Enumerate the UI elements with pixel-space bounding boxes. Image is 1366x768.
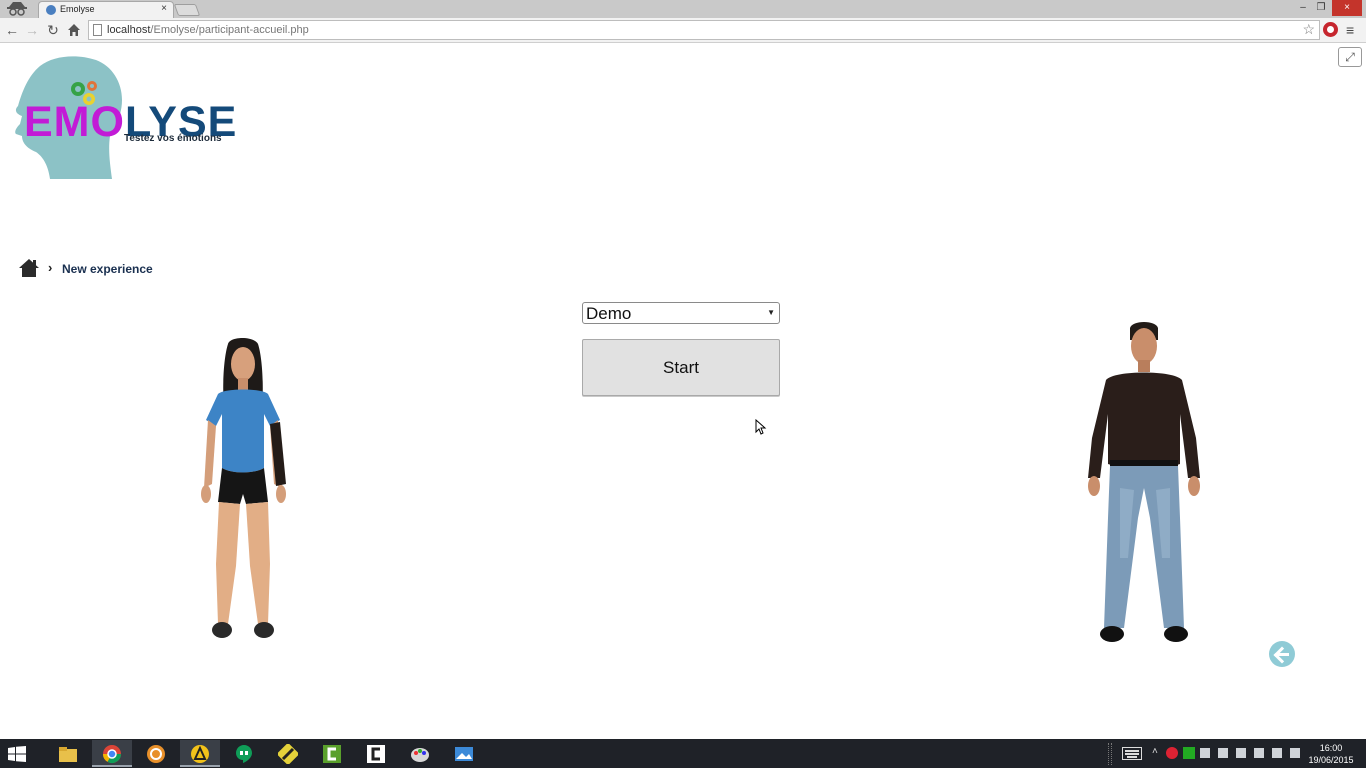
- extension-icon[interactable]: [1323, 22, 1338, 37]
- bookmark-star-icon[interactable]: ☆: [1302, 21, 1315, 38]
- taskbar-app-green[interactable]: [268, 740, 308, 767]
- photo-viewer-icon: [454, 744, 474, 764]
- taskbar-chrome[interactable]: [92, 740, 132, 767]
- female-avatar[interactable]: [188, 334, 298, 642]
- paint-icon: [410, 744, 430, 764]
- taskbar-paint[interactable]: [400, 740, 440, 767]
- fullscreen-button[interactable]: ⤢: [1338, 47, 1362, 67]
- logo-tagline: Testez vos émotions: [124, 133, 222, 144]
- menu-icon[interactable]: ≡: [1346, 22, 1354, 38]
- home-icon[interactable]: [18, 258, 40, 278]
- window-restore-button[interactable]: ❐: [1310, 0, 1332, 16]
- url-host: localhost: [107, 24, 151, 36]
- folder-icon: [58, 744, 78, 764]
- address-bar[interactable]: localhost/Emolyse/participant-accueil.ph…: [88, 20, 1320, 40]
- experience-select[interactable]: Demo ▼: [582, 302, 780, 324]
- acrobat-tray-icon[interactable]: [1166, 747, 1178, 759]
- mouse-cursor-icon: [755, 419, 767, 435]
- home-icon[interactable]: [66, 22, 82, 38]
- app-icon: [190, 744, 210, 764]
- hangouts-icon: [234, 744, 254, 764]
- page-favicon-icon: [46, 5, 56, 15]
- tab-emolyse[interactable]: Emolyse ×: [38, 1, 174, 18]
- reload-icon[interactable]: ↻: [45, 22, 61, 38]
- media-player-icon: [146, 744, 166, 764]
- network-tray-icon[interactable]: [1236, 748, 1246, 758]
- keyboard-icon[interactable]: [1122, 747, 1142, 760]
- tab-close-icon[interactable]: ×: [161, 3, 167, 14]
- taskbar-photo-viewer[interactable]: [444, 740, 484, 767]
- new-tab-button[interactable]: [173, 4, 201, 16]
- breadcrumb-current: New experience: [62, 262, 153, 276]
- chevron-down-icon: ▼: [767, 308, 775, 317]
- page-icon: [93, 24, 102, 36]
- windows-taskbar: ˄: [0, 739, 1366, 768]
- clock-date: 19/06/2015: [1308, 755, 1354, 765]
- green-tray-icon[interactable]: [1183, 747, 1195, 759]
- taskbar-camtasia-recorder[interactable]: [356, 740, 396, 767]
- male-avatar[interactable]: [1080, 318, 1208, 644]
- taskbar-yellow-app[interactable]: [180, 740, 220, 767]
- incognito-icon: [7, 2, 27, 16]
- taskbar-clock[interactable]: 16:00 19/06/2015: [1303, 742, 1359, 766]
- camtasia-recorder-icon: [366, 744, 386, 764]
- tray-divider: [1108, 743, 1112, 765]
- clock-time: 16:00: [1319, 743, 1343, 753]
- volume-tray-icon[interactable]: [1290, 748, 1300, 758]
- breadcrumb-separator-icon: ›: [48, 260, 53, 275]
- tab-title: Emolyse: [60, 4, 95, 14]
- taskbar-camtasia[interactable]: [312, 740, 352, 767]
- back-arrow-icon[interactable]: ←: [4, 22, 20, 38]
- forward-arrow-icon[interactable]: →: [24, 22, 40, 38]
- chrome-icon: [102, 744, 122, 764]
- experience-select-value: Demo: [586, 304, 632, 323]
- taskbar-hangouts[interactable]: [224, 740, 264, 767]
- window-close-button[interactable]: ×: [1332, 0, 1362, 16]
- browser-tab-strip: Emolyse × – ❐ ×: [0, 0, 1366, 18]
- browser-toolbar: ← → ↻ localhost/Emolyse/participant-accu…: [0, 18, 1366, 43]
- back-arrow-button[interactable]: [1269, 641, 1295, 667]
- url-path: /Emolyse/participant-accueil.php: [150, 24, 309, 36]
- app-icon: [276, 742, 300, 766]
- logo-wordmark-part1: EMO: [24, 98, 125, 146]
- windows-tray-icon[interactable]: [1200, 748, 1210, 758]
- wifi-tray-icon[interactable]: [1254, 748, 1264, 758]
- tray-expand-icon[interactable]: ˄: [1152, 746, 1158, 757]
- start-button[interactable]: Start: [582, 339, 780, 396]
- url-text: localhost/Emolyse/participant-accueil.ph…: [107, 24, 309, 36]
- flag-tray-icon[interactable]: [1272, 748, 1282, 758]
- taskbar-file-explorer[interactable]: [48, 740, 88, 767]
- usb-tray-icon[interactable]: [1218, 748, 1228, 758]
- taskbar-media-app[interactable]: [136, 740, 176, 767]
- windows-start-icon[interactable]: [8, 746, 26, 762]
- camtasia-icon: [322, 744, 342, 764]
